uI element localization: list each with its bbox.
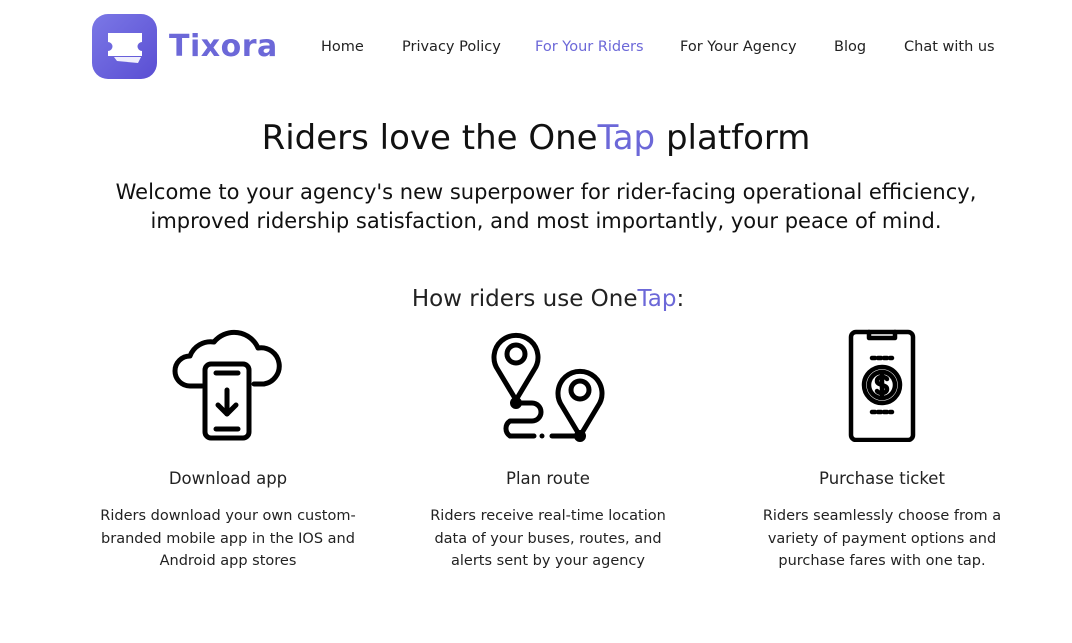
feature-title: Purchase ticket [819, 469, 945, 488]
hero-title-text: Riders love the One [261, 118, 598, 158]
feature-title: Download app [168, 469, 288, 488]
feature-description: Riders seamlessly choose from a variety … [762, 508, 1002, 569]
how-title-text: How riders use One [411, 286, 638, 312]
hero-subtitle: Welcome to your agency's new superpower … [115, 180, 977, 233]
how-title-suffix: : [676, 286, 685, 312]
feature-description: Riders download your own custom-branded … [100, 508, 356, 569]
how-riders-use-title: How riders use OneTap: [0, 286, 1072, 312]
hero-title: Riders love the OneTap platform [0, 118, 1072, 158]
hero-title-accent: Tap [597, 118, 656, 158]
feature-plan-route: Plan route Riders receive real-time loca… [398, 328, 698, 573]
how-title-accent: Tap [637, 286, 677, 312]
feature-purchase-ticket: Purchase ticket Riders seamlessly choose… [732, 328, 1032, 573]
nav-privacy-policy[interactable]: Privacy Policy [402, 37, 501, 57]
phone-payment-icon [848, 329, 916, 442]
feature-title: Plan route [506, 469, 590, 488]
nav-home[interactable]: Home [321, 37, 364, 57]
nav-for-your-riders[interactable]: For Your Riders [535, 37, 644, 57]
cloud-download-phone-icon [172, 329, 282, 441]
nav-for-your-agency[interactable]: For Your Agency [680, 37, 797, 57]
page: Tixora Home Privacy Policy For Your Ride… [0, 0, 1072, 643]
hero-title-suffix: platform [655, 118, 811, 158]
nav-blog[interactable]: Blog [834, 37, 866, 57]
feature-description: Riders receive real-time location data o… [430, 508, 666, 569]
nav-chat-with-us[interactable]: Chat with us [904, 37, 995, 57]
feature-download-app: Download app Riders download your own cu… [78, 328, 378, 573]
route-pins-icon [491, 332, 605, 442]
main-nav: Home Privacy Policy For Your Riders For … [0, 37, 1072, 57]
